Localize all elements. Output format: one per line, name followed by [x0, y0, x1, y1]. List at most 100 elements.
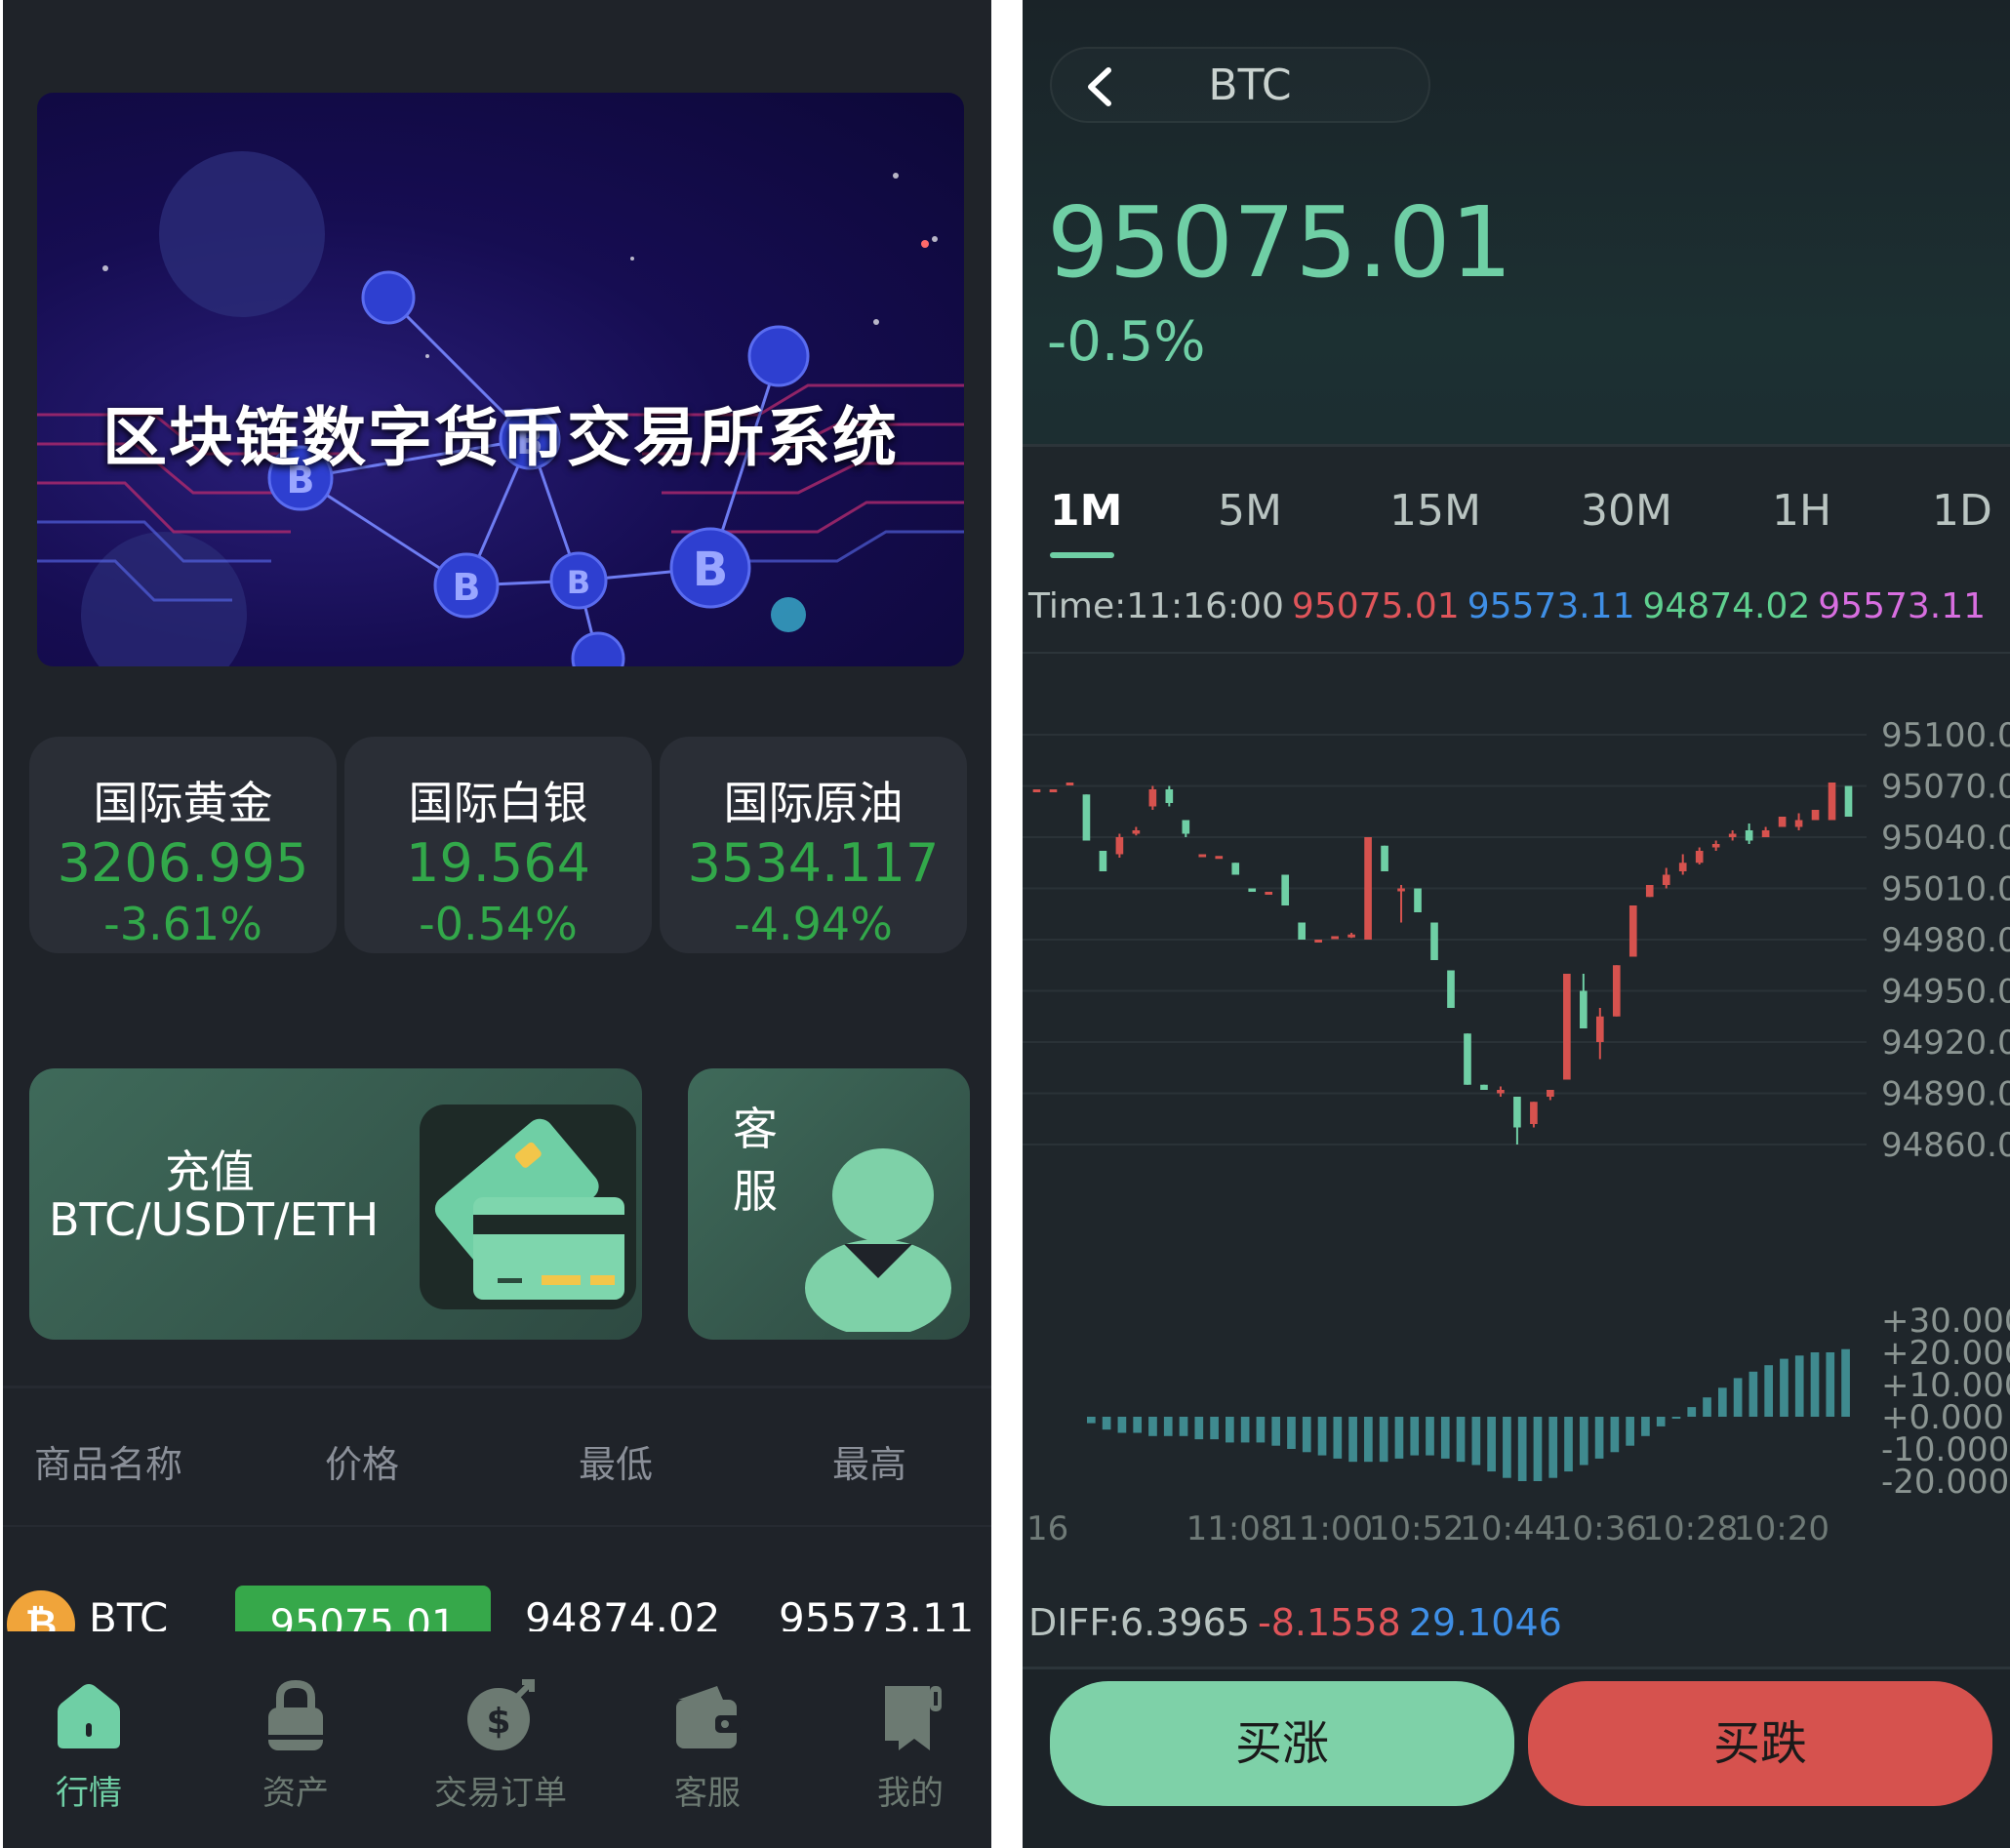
tab-5m[interactable]: 5M	[1218, 486, 1282, 536]
tab-30m[interactable]: 30M	[1581, 486, 1672, 536]
y-tick-label: 95040.0	[1881, 819, 2010, 858]
tab-label: 资产	[262, 1774, 329, 1813]
candle-body	[1281, 874, 1290, 905]
macd-bar	[1503, 1417, 1511, 1478]
customer-service-card[interactable]: 客服	[688, 1068, 970, 1340]
macd-bar	[1271, 1417, 1281, 1446]
candle-body	[1794, 820, 1803, 827]
candle-body	[1065, 783, 1074, 785]
macd-bar	[1287, 1417, 1296, 1449]
candle-body	[1662, 874, 1670, 885]
candle-body	[1148, 789, 1157, 807]
market-card-silver[interactable]: 国际白银 19.564 -0.54%	[344, 737, 652, 953]
candle-body	[1397, 888, 1405, 892]
svg-text:$: $	[486, 1702, 510, 1742]
book-icon	[885, 1686, 942, 1750]
interval-tabs: 1M 5M 15M 30M 1H 1D	[1023, 486, 2010, 554]
tab-label: 交易订单	[434, 1774, 567, 1813]
promo-banner[interactable]: B B B B B 区块链数字货币交易所系统	[37, 93, 964, 666]
y-tick-label: 94950.0	[1881, 973, 2010, 1012]
tab-label: 我的	[877, 1774, 944, 1813]
x-tick-label: 11:00	[1277, 1509, 1373, 1548]
candle-body	[1049, 789, 1058, 792]
candle-body	[1414, 888, 1422, 912]
trade-action-bar: 买涨 买跌	[1023, 1667, 2010, 1848]
tab-market[interactable]: 行情	[3, 1678, 177, 1814]
market-card-gold[interactable]: 国际黄金 3206.995 -3.61%	[29, 737, 337, 953]
macd-bar	[1626, 1417, 1634, 1446]
market-card-crude-oil[interactable]: 国际原油 3534.117 -4.94%	[660, 737, 967, 953]
macd-bar	[1749, 1371, 1758, 1417]
candle-body	[1298, 922, 1306, 940]
detail-screen: BTC 95075.01 -0.5% 1M 5M 15M 30M 1H 1D T…	[1023, 0, 2010, 1848]
tab-1h[interactable]: 1H	[1772, 486, 1831, 536]
macd-bar	[1302, 1417, 1311, 1453]
chart-divider	[1023, 652, 2010, 654]
coin-name: BTC	[89, 1594, 169, 1631]
x-tick-label: 11:08	[1186, 1509, 1282, 1548]
macd-bar	[1394, 1417, 1404, 1459]
candle-body	[1628, 905, 1637, 957]
macd-bar	[1163, 1417, 1173, 1436]
macd-bar	[1641, 1417, 1650, 1436]
macd-bar	[1440, 1417, 1450, 1459]
diff-label: DIFF:6.3965	[1028, 1601, 1250, 1644]
candle-body	[1265, 892, 1273, 895]
candle-body	[1761, 830, 1770, 837]
macd-bar	[1594, 1417, 1604, 1459]
deposit-card[interactable]: 充值 BTC/USDT/ETH	[29, 1068, 642, 1340]
candle-body	[1695, 851, 1704, 864]
buy-up-button[interactable]: 买涨	[1050, 1681, 1514, 1806]
candle-body	[1464, 1033, 1471, 1085]
tab-trade-orders[interactable]: $ 交易订单	[413, 1678, 588, 1814]
candle-body	[1132, 830, 1141, 834]
market-change: -3.61%	[103, 898, 262, 950]
candle-body	[1099, 851, 1107, 871]
home-icon	[58, 1684, 120, 1748]
column-header-name: 商品名称	[34, 1443, 183, 1486]
macd-bar	[1210, 1417, 1219, 1440]
ohlc-readout: Time:11:16:00 95075.01 95573.11 94874.02 955…	[1028, 586, 1993, 626]
customer-service-label: 客服	[733, 1103, 778, 1218]
market-price: 3206.995	[57, 832, 309, 894]
buy-down-button[interactable]: 买跌	[1528, 1681, 1992, 1806]
candle-body	[1430, 922, 1438, 960]
candle-body	[1347, 934, 1355, 938]
macd-bar	[1841, 1348, 1850, 1417]
section-divider	[3, 1386, 991, 1388]
candle-body	[1513, 1097, 1521, 1128]
macd-bar	[1179, 1417, 1188, 1436]
macd-bar	[1794, 1355, 1804, 1417]
macd-bar	[1333, 1417, 1343, 1459]
candle-body	[1530, 1102, 1538, 1124]
bitcoin-icon: ₿	[7, 1590, 75, 1631]
candle-body	[1082, 794, 1091, 841]
candle-body	[1811, 810, 1820, 821]
candlestick-chart[interactable]: 95100.0 95070.0 95040.0 95010.0 94980.0 94950…	[1023, 657, 2010, 1584]
tab-1m[interactable]: 1M	[1050, 486, 1122, 536]
market-name: 国际黄金	[93, 777, 273, 829]
tab-customer-service[interactable]: 客服	[620, 1678, 795, 1814]
banner-title: 区块链数字货币交易所系统	[102, 400, 899, 475]
macd-bar	[1610, 1417, 1620, 1453]
tab-15m[interactable]: 15M	[1389, 486, 1481, 536]
tab-1d[interactable]: 1D	[1932, 486, 1992, 536]
svg-text:B: B	[453, 566, 481, 609]
candle-body	[1480, 1084, 1488, 1090]
bottom-tab-bar: 行情 资产 $ 交易订单 客服 我的	[3, 1631, 991, 1848]
candle-body	[1215, 856, 1224, 860]
x-tick-label: 10:28	[1642, 1509, 1738, 1548]
table-row[interactable]: ₿ BTC 95075.01 94874.02 95573.11	[3, 1581, 991, 1631]
tab-profile[interactable]: 我的	[823, 1678, 991, 1814]
macd-bar	[1410, 1417, 1420, 1456]
pair-title: BTC	[1208, 60, 1292, 110]
macd-bar	[1117, 1417, 1127, 1433]
ohlc-open: 95075.01	[1291, 586, 1460, 626]
macd-bar	[1194, 1417, 1204, 1440]
tab-assets[interactable]: 资产	[208, 1678, 383, 1814]
candle-body	[1728, 833, 1737, 837]
candle-body	[1165, 789, 1174, 803]
macd-bar	[1456, 1417, 1466, 1463]
candle-body	[1711, 844, 1720, 848]
macd-bar	[1226, 1417, 1234, 1443]
